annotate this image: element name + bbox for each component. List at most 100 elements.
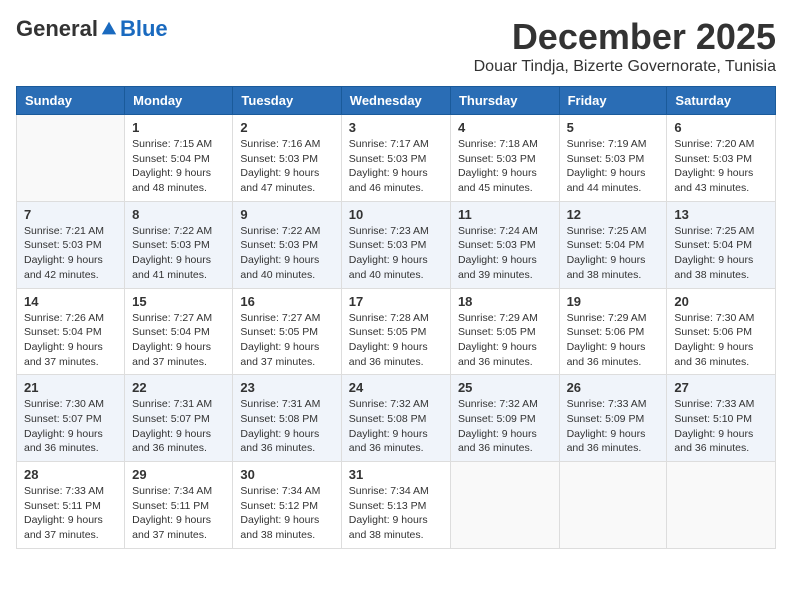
- day-info: Sunrise: 7:15 AM Sunset: 5:04 PM Dayligh…: [132, 137, 225, 196]
- calendar-cell: 10 Sunrise: 7:23 AM Sunset: 5:03 PM Dayli…: [341, 201, 450, 288]
- calendar-cell: 18 Sunrise: 7:29 AM Sunset: 5:05 PM Dayli…: [450, 288, 559, 375]
- day-number: 4: [458, 120, 552, 135]
- calendar-cell: 2 Sunrise: 7:16 AM Sunset: 5:03 PM Daylig…: [233, 115, 341, 202]
- calendar-cell: 16 Sunrise: 7:27 AM Sunset: 5:05 PM Dayli…: [233, 288, 341, 375]
- day-info: Sunrise: 7:25 AM Sunset: 5:04 PM Dayligh…: [674, 224, 768, 283]
- day-info: Sunrise: 7:32 AM Sunset: 5:08 PM Dayligh…: [349, 397, 443, 456]
- calendar-cell: 14Sunrise: 7:26 AM Sunset: 5:04 PM Dayli…: [17, 288, 125, 375]
- day-info: Sunrise: 7:31 AM Sunset: 5:08 PM Dayligh…: [240, 397, 333, 456]
- day-number: 15: [132, 294, 225, 309]
- calendar-header-wednesday: Wednesday: [341, 87, 450, 115]
- calendar-cell: 24 Sunrise: 7:32 AM Sunset: 5:08 PM Dayli…: [341, 375, 450, 462]
- calendar-cell: 22 Sunrise: 7:31 AM Sunset: 5:07 PM Dayli…: [125, 375, 233, 462]
- day-info: Sunrise: 7:17 AM Sunset: 5:03 PM Dayligh…: [349, 137, 443, 196]
- day-info: Sunrise: 7:24 AM Sunset: 5:03 PM Dayligh…: [458, 224, 552, 283]
- calendar-cell: 9Sunrise: 7:22 AM Sunset: 5:03 PM Daylig…: [233, 201, 341, 288]
- day-info: Sunrise: 7:34 AM Sunset: 5:13 PM Dayligh…: [349, 484, 443, 543]
- day-info: Sunrise: 7:29 AM Sunset: 5:06 PM Dayligh…: [567, 311, 660, 370]
- day-number: 13: [674, 207, 768, 222]
- day-number: 16: [240, 294, 333, 309]
- page-header: General Blue December 2025 Douar Tindja,…: [16, 16, 776, 76]
- calendar-cell: 7 Sunrise: 7:21 AM Sunset: 5:03 PM Daylig…: [17, 201, 125, 288]
- logo-general: General: [16, 16, 98, 42]
- day-info: Sunrise: 7:32 AM Sunset: 5:09 PM Dayligh…: [458, 397, 552, 456]
- day-number: 10: [349, 207, 443, 222]
- calendar-cell: 29Sunrise: 7:34 AM Sunset: 5:11 PM Dayli…: [125, 462, 233, 549]
- calendar-week-row: 21 Sunrise: 7:30 AM Sunset: 5:07 PM Dayli…: [17, 375, 776, 462]
- calendar-cell: 15 Sunrise: 7:27 AM Sunset: 5:04 PM Dayli…: [125, 288, 233, 375]
- calendar-header-tuesday: Tuesday: [233, 87, 341, 115]
- day-number: 2: [240, 120, 333, 135]
- day-number: 24: [349, 380, 443, 395]
- calendar-week-row: 7 Sunrise: 7:21 AM Sunset: 5:03 PM Daylig…: [17, 201, 776, 288]
- day-number: 27: [674, 380, 768, 395]
- calendar-week-row: 28 Sunrise: 7:33 AM Sunset: 5:11 PM Dayli…: [17, 462, 776, 549]
- day-number: 11: [458, 207, 552, 222]
- day-number: 7: [24, 207, 117, 222]
- day-number: 22: [132, 380, 225, 395]
- calendar-cell: [559, 462, 667, 549]
- calendar-cell: 4Sunrise: 7:18 AM Sunset: 5:03 PM Daylig…: [450, 115, 559, 202]
- calendar-header-monday: Monday: [125, 87, 233, 115]
- day-number: 19: [567, 294, 660, 309]
- calendar-cell: 11 Sunrise: 7:24 AM Sunset: 5:03 PM Dayli…: [450, 201, 559, 288]
- day-info: Sunrise: 7:30 AM Sunset: 5:06 PM Dayligh…: [674, 311, 768, 370]
- calendar-table: SundayMondayTuesdayWednesdayThursdayFrid…: [16, 86, 776, 549]
- day-info: Sunrise: 7:26 AM Sunset: 5:04 PM Dayligh…: [24, 311, 117, 370]
- day-info: Sunrise: 7:22 AM Sunset: 5:03 PM Dayligh…: [132, 224, 225, 283]
- day-number: 18: [458, 294, 552, 309]
- location-subtitle: Douar Tindja, Bizerte Governorate, Tunis…: [474, 58, 776, 76]
- calendar-header-saturday: Saturday: [667, 87, 776, 115]
- calendar-week-row: 14Sunrise: 7:26 AM Sunset: 5:04 PM Dayli…: [17, 288, 776, 375]
- day-number: 9: [240, 207, 333, 222]
- day-info: Sunrise: 7:31 AM Sunset: 5:07 PM Dayligh…: [132, 397, 225, 456]
- day-info: Sunrise: 7:33 AM Sunset: 5:09 PM Dayligh…: [567, 397, 660, 456]
- day-info: Sunrise: 7:19 AM Sunset: 5:03 PM Dayligh…: [567, 137, 660, 196]
- day-number: 28: [24, 467, 117, 482]
- calendar-cell: 12Sunrise: 7:25 AM Sunset: 5:04 PM Dayli…: [559, 201, 667, 288]
- calendar-cell: 23 Sunrise: 7:31 AM Sunset: 5:08 PM Dayli…: [233, 375, 341, 462]
- day-info: Sunrise: 7:27 AM Sunset: 5:04 PM Dayligh…: [132, 311, 225, 370]
- day-number: 6: [674, 120, 768, 135]
- month-title: December 2025: [474, 16, 776, 58]
- calendar-header-thursday: Thursday: [450, 87, 559, 115]
- day-number: 1: [132, 120, 225, 135]
- calendar-cell: 1 Sunrise: 7:15 AM Sunset: 5:04 PM Daylig…: [125, 115, 233, 202]
- calendar-cell: [450, 462, 559, 549]
- calendar-cell: 3 Sunrise: 7:17 AM Sunset: 5:03 PM Daylig…: [341, 115, 450, 202]
- day-info: Sunrise: 7:30 AM Sunset: 5:07 PM Dayligh…: [24, 397, 117, 456]
- logo-blue: Blue: [120, 16, 168, 42]
- day-number: 25: [458, 380, 552, 395]
- day-info: Sunrise: 7:34 AM Sunset: 5:11 PM Dayligh…: [132, 484, 225, 543]
- calendar-cell: [667, 462, 776, 549]
- calendar-week-row: 1 Sunrise: 7:15 AM Sunset: 5:04 PM Daylig…: [17, 115, 776, 202]
- day-number: 20: [674, 294, 768, 309]
- day-info: Sunrise: 7:33 AM Sunset: 5:11 PM Dayligh…: [24, 484, 117, 543]
- day-number: 5: [567, 120, 660, 135]
- day-number: 26: [567, 380, 660, 395]
- day-info: Sunrise: 7:16 AM Sunset: 5:03 PM Dayligh…: [240, 137, 333, 196]
- day-info: Sunrise: 7:20 AM Sunset: 5:03 PM Dayligh…: [674, 137, 768, 196]
- day-info: Sunrise: 7:28 AM Sunset: 5:05 PM Dayligh…: [349, 311, 443, 370]
- logo: General Blue: [16, 16, 168, 42]
- calendar-cell: 17Sunrise: 7:28 AM Sunset: 5:05 PM Dayli…: [341, 288, 450, 375]
- day-number: 3: [349, 120, 443, 135]
- day-number: 21: [24, 380, 117, 395]
- calendar-header-sunday: Sunday: [17, 87, 125, 115]
- day-info: Sunrise: 7:23 AM Sunset: 5:03 PM Dayligh…: [349, 224, 443, 283]
- day-info: Sunrise: 7:27 AM Sunset: 5:05 PM Dayligh…: [240, 311, 333, 370]
- calendar-header-row: SundayMondayTuesdayWednesdayThursdayFrid…: [17, 87, 776, 115]
- calendar-cell: 19 Sunrise: 7:29 AM Sunset: 5:06 PM Dayli…: [559, 288, 667, 375]
- day-number: 23: [240, 380, 333, 395]
- day-info: Sunrise: 7:34 AM Sunset: 5:12 PM Dayligh…: [240, 484, 333, 543]
- calendar-cell: 25 Sunrise: 7:32 AM Sunset: 5:09 PM Dayli…: [450, 375, 559, 462]
- calendar-cell: 21 Sunrise: 7:30 AM Sunset: 5:07 PM Dayli…: [17, 375, 125, 462]
- day-number: 12: [567, 207, 660, 222]
- day-info: Sunrise: 7:33 AM Sunset: 5:10 PM Dayligh…: [674, 397, 768, 456]
- calendar-cell: 6 Sunrise: 7:20 AM Sunset: 5:03 PM Daylig…: [667, 115, 776, 202]
- day-info: Sunrise: 7:29 AM Sunset: 5:05 PM Dayligh…: [458, 311, 552, 370]
- logo-icon: [100, 20, 118, 38]
- calendar-cell: [17, 115, 125, 202]
- calendar-cell: 5 Sunrise: 7:19 AM Sunset: 5:03 PM Daylig…: [559, 115, 667, 202]
- day-info: Sunrise: 7:21 AM Sunset: 5:03 PM Dayligh…: [24, 224, 117, 283]
